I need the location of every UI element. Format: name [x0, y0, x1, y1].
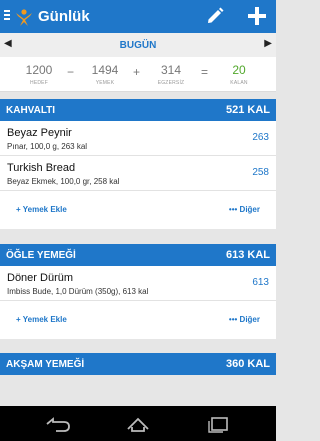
add-food-button[interactable]: + Yemek Ekle — [16, 205, 67, 214]
pencil-icon[interactable] — [205, 6, 225, 26]
home-icon[interactable] — [124, 415, 152, 433]
food-kcal: 263 — [252, 132, 269, 143]
meal-kcal: 521 KAL — [225, 104, 270, 116]
food-description: Imbiss Bude, 1,0 Dürüm (350g), 613 kal — [7, 287, 149, 296]
food-item[interactable]: Döner Dürüm Imbiss Bude, 1,0 Dürüm (350g… — [0, 266, 276, 301]
plus-operator: + — [133, 65, 141, 79]
food-item[interactable]: Beyaz Peynir Pınar, 100,0 g, 263 kal 263 — [0, 121, 276, 156]
food-column: 1494 YEMEK — [88, 63, 122, 86]
goal-label: HEDEF — [30, 80, 48, 86]
page-title: Günlük — [38, 8, 90, 25]
exercise-label: EGZERSİZ — [157, 80, 185, 86]
food-value: 1494 — [91, 63, 119, 77]
meal-card-breakfast: KAHVALTI 521 KAL Beyaz Peynir Pınar, 100… — [0, 99, 276, 229]
food-description: Pınar, 100,0 g, 263 kal — [7, 142, 88, 151]
back-icon[interactable] — [44, 415, 72, 433]
meal-card-lunch: ÖĞLE YEMEĞİ 613 KAL Döner Dürüm Imbiss B… — [0, 244, 276, 339]
meal-kcal: 613 KAL — [225, 249, 270, 261]
more-options-button[interactable]: ••• Diğer — [229, 315, 260, 324]
goal-column: 1200 HEDEF — [22, 63, 56, 86]
plus-icon[interactable] — [246, 5, 268, 27]
food-name: Döner Dürüm — [7, 272, 74, 284]
meal-name: AKŞAM YEMEĞİ — [6, 359, 85, 370]
meal-actions: + Yemek Ekle ••• Diğer — [0, 301, 276, 339]
date-label[interactable]: BUGÜN — [0, 40, 276, 51]
food-name: Turkish Bread — [7, 162, 76, 174]
app-logo — [16, 9, 32, 26]
meal-actions: + Yemek Ekle ••• Diğer — [0, 191, 276, 229]
food-name: Beyaz Peynir — [7, 127, 72, 139]
hamburger-icon[interactable] — [4, 10, 10, 22]
next-day-arrow-icon[interactable]: ▶ — [264, 38, 272, 49]
exercise-column: 314 EGZERSİZ — [154, 63, 188, 86]
app-bar: Günlük — [0, 0, 276, 33]
equals-operator: = — [201, 65, 209, 79]
more-options-button[interactable]: ••• Diğer — [229, 205, 260, 214]
add-food-button[interactable]: + Yemek Ekle — [16, 315, 67, 324]
food-label: YEMEK — [95, 80, 115, 86]
remaining-label: KALAN — [230, 80, 248, 86]
exercise-value: 314 — [160, 63, 182, 77]
meal-name: ÖĞLE YEMEĞİ — [6, 250, 76, 261]
remaining-value: 20 — [232, 63, 246, 77]
meal-header[interactable]: KAHVALTI 521 KAL — [0, 99, 276, 121]
food-item[interactable]: Turkish Bread Beyaz Ekmek, 100,0 gr, 258… — [0, 156, 276, 191]
remaining-column: 20 KALAN — [222, 63, 256, 86]
recents-icon[interactable] — [205, 415, 233, 433]
food-kcal: 613 — [252, 277, 269, 288]
goal-value: 1200 — [25, 63, 53, 77]
date-bar: ◀ BUGÜN ▶ — [0, 33, 276, 57]
minus-operator: − — [67, 65, 75, 79]
meal-header[interactable]: ÖĞLE YEMEĞİ 613 KAL — [0, 244, 276, 266]
meal-header[interactable]: AKŞAM YEMEĞİ 360 KAL — [0, 353, 276, 375]
meal-kcal: 360 KAL — [225, 358, 270, 370]
system-navigation-bar — [0, 406, 276, 441]
food-kcal: 258 — [252, 167, 269, 178]
calorie-summary: 1200 HEDEF − 1494 YEMEK + 314 EGZERSİZ =… — [0, 57, 276, 92]
meal-card-dinner: AKŞAM YEMEĞİ 360 KAL — [0, 353, 276, 375]
meal-name: KAHVALTI — [6, 105, 56, 116]
food-description: Beyaz Ekmek, 100,0 gr, 258 kal — [7, 177, 120, 186]
